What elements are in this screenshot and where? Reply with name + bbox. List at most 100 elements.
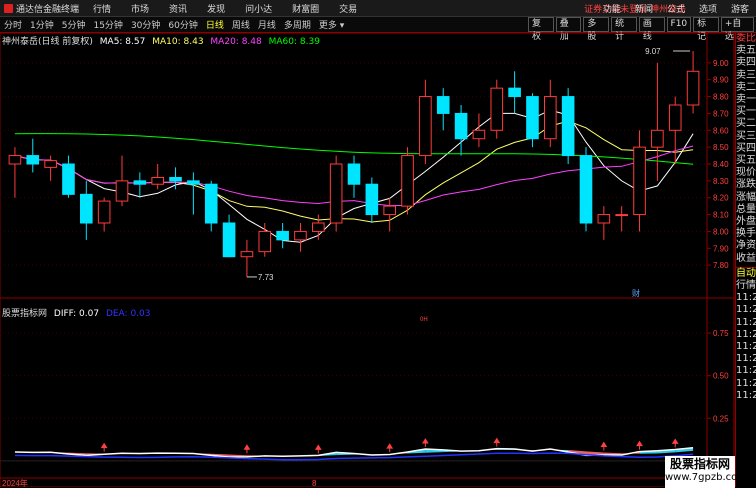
price-tick-label: 8.10 bbox=[713, 211, 729, 220]
side-item-earnings: 收益 bbox=[736, 253, 756, 265]
candle-body bbox=[634, 147, 646, 214]
price-tick-label: 7.90 bbox=[713, 244, 729, 253]
candle-body bbox=[420, 97, 432, 156]
price-tick-label: 8.90 bbox=[713, 76, 729, 85]
side-item-net-asset: 净资 bbox=[736, 240, 756, 252]
sub-legend: 股票指标网 DIFF: 0.07 DEA: 0.03 bbox=[2, 306, 155, 319]
sub-marker: 0H bbox=[420, 317, 428, 323]
candle-body bbox=[98, 201, 110, 223]
side-time-2: 11:26 bbox=[736, 304, 756, 316]
price-tick-label: 8.30 bbox=[713, 177, 729, 186]
watermark-title: 股票指标网 bbox=[665, 457, 735, 471]
indicator-chart bbox=[0, 439, 707, 461]
candle-body bbox=[152, 177, 164, 184]
ma10-value: MA10: 8.43 bbox=[152, 37, 203, 47]
candle-body bbox=[384, 206, 396, 214]
price-tick-label: 9.00 bbox=[713, 59, 729, 68]
chart-annotations: 9.077.73财2024年80H bbox=[2, 47, 690, 487]
buy-signal-arrow bbox=[673, 439, 678, 447]
candle-body bbox=[348, 164, 360, 184]
price-tick-label: 8.00 bbox=[713, 227, 729, 236]
candle-body bbox=[205, 184, 217, 223]
candle-body bbox=[473, 130, 485, 138]
side-time-7: 11:26 bbox=[736, 365, 756, 377]
side-time-1: 11:26 bbox=[736, 292, 756, 304]
candle-body bbox=[241, 252, 253, 257]
buy-signal-arrow bbox=[102, 444, 107, 452]
side-item-buy2: 买二 bbox=[736, 118, 756, 130]
buy-signal-arrow bbox=[637, 442, 642, 450]
side-quote[interactable]: 行情 bbox=[736, 280, 756, 292]
side-item-price: 现价 bbox=[736, 167, 756, 179]
price-tick-label: 8.40 bbox=[713, 160, 729, 169]
buy-signal-arrow bbox=[244, 445, 249, 453]
candle-body bbox=[9, 156, 21, 164]
price-tick-label: 8.50 bbox=[713, 143, 729, 152]
side-item-sell4: 卖四 bbox=[736, 57, 756, 69]
watermark: 股票指标网 www.7gpzb.com bbox=[665, 456, 735, 488]
buy-signal-arrow bbox=[316, 445, 321, 453]
candle-body bbox=[580, 156, 592, 223]
indicator-tick-label: 0.75 bbox=[713, 329, 729, 338]
price-tick-label: 8.80 bbox=[713, 93, 729, 102]
side-auto[interactable]: 自动 bbox=[736, 267, 756, 280]
side-item-change-pct: 涨幅 bbox=[736, 192, 756, 204]
candle-body bbox=[687, 71, 699, 105]
candle-body bbox=[259, 231, 271, 251]
candle-body bbox=[545, 97, 557, 139]
low-price-label: 7.73 bbox=[258, 273, 274, 282]
price-tick-label: 8.60 bbox=[713, 126, 729, 135]
price-tick-label: 8.70 bbox=[713, 109, 729, 118]
watermark-url: www.7gpzb.com bbox=[665, 471, 735, 485]
candle-body bbox=[295, 231, 307, 239]
side-item-sell5: 卖五 bbox=[736, 45, 756, 57]
stock-name-label: 神州泰岳(日线 前复权) bbox=[2, 37, 93, 47]
side-item-buy5: 买五 bbox=[736, 155, 756, 167]
chart-grid bbox=[0, 33, 734, 487]
buy-signal-arrow bbox=[601, 443, 606, 451]
buy-signal-arrow bbox=[387, 444, 392, 452]
diff-value: DIFF: 0.07 bbox=[54, 309, 99, 319]
main-legend: 神州泰岳(日线 前复权) MA5: 8.57 MA10: 8.43 MA20: … bbox=[2, 34, 324, 47]
buy-signal-arrow bbox=[494, 439, 499, 447]
side-time-6: 11:26 bbox=[736, 353, 756, 365]
candle-body bbox=[402, 156, 414, 207]
finance-event-marker: 财 bbox=[632, 288, 640, 298]
candle-body bbox=[455, 113, 467, 138]
indicator-tick-label: 0.50 bbox=[713, 372, 729, 381]
indicator-tick-label: 0.25 bbox=[713, 414, 729, 423]
year-label: 2024年 bbox=[2, 478, 28, 487]
ma20-value: MA20: 8.48 bbox=[210, 37, 261, 47]
candle-body bbox=[652, 130, 664, 147]
candle-body bbox=[277, 231, 289, 239]
side-time-4: 11:26 bbox=[736, 329, 756, 341]
side-item-change: 涨跌 bbox=[736, 179, 756, 191]
candle-body bbox=[527, 97, 539, 139]
kline-chart[interactable]: 9.00 8.90 8.80 8.70 8.60 8.50 8.40 8.30 8.20 8.10… bbox=[0, 0, 756, 487]
candle-body bbox=[366, 184, 378, 214]
quote-side-panel: 委比 卖五 卖四 卖三 卖二 卖一 买一 买二 买三 买四 买五 现价 涨跌 涨… bbox=[735, 33, 756, 487]
side-time-9: 11:26 bbox=[736, 390, 756, 402]
high-price-label: 9.07 bbox=[645, 47, 661, 56]
side-time-8: 11:26 bbox=[736, 378, 756, 390]
candle-body bbox=[170, 177, 182, 180]
ma60-value: MA60: 8.39 bbox=[269, 37, 320, 47]
candle-body bbox=[81, 194, 93, 223]
dea-value: DEA: 0.03 bbox=[106, 309, 151, 319]
ma5-value: MA5: 8.57 bbox=[100, 37, 146, 47]
side-item-volume: 总量 bbox=[736, 204, 756, 216]
candle-body bbox=[313, 223, 325, 231]
candle-body bbox=[27, 156, 39, 164]
side-item-buy4: 买四 bbox=[736, 143, 756, 155]
candle-body bbox=[116, 181, 128, 201]
side-item-buy1: 买一 bbox=[736, 106, 756, 118]
side-time-3: 11:26 bbox=[736, 317, 756, 329]
candle-body bbox=[509, 88, 521, 96]
candle-body bbox=[134, 181, 146, 184]
buy-signal-arrow bbox=[423, 439, 428, 447]
indicator-axis: 0.750.500.250.00 bbox=[707, 329, 729, 466]
candle-body bbox=[616, 215, 628, 216]
candle-body bbox=[63, 164, 75, 194]
price-tick-label: 8.20 bbox=[713, 194, 729, 203]
candle-body bbox=[562, 97, 574, 156]
